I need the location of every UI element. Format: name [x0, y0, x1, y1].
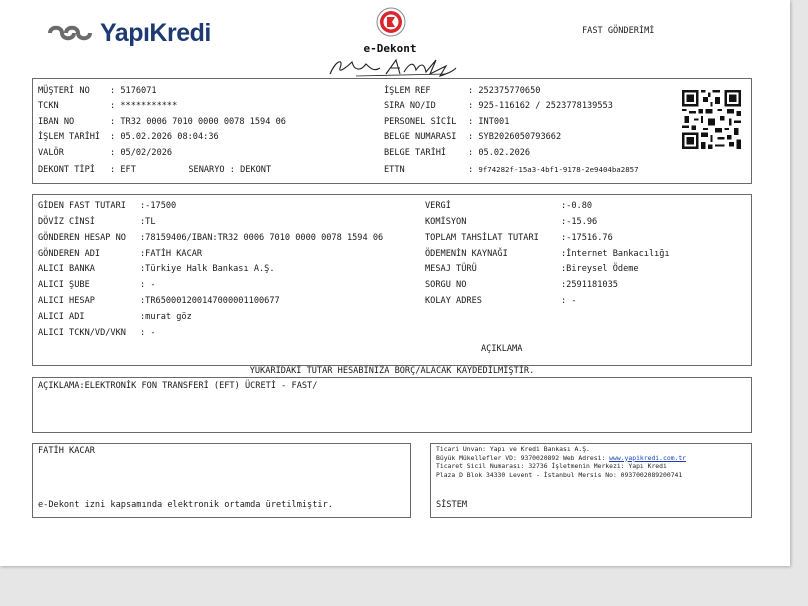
transfer-row: ALICI ŞUBE: - [38, 280, 156, 290]
qr-code-icon [682, 90, 741, 149]
transaction-type-title: FAST GÖNDERİMİ [582, 26, 655, 36]
footer-bank-info-box: Ticari Unvan: Yapı ve Kredi Bankası A.Ş.… [430, 443, 752, 518]
transfer-row: KOLAY ADRES: - [425, 296, 577, 306]
customer-row: BELGE NUMARASI: SYB2026050793662 [384, 132, 562, 142]
bank-info-line: Plaza D Blok 34330 Levent - İstanbul Mer… [436, 470, 683, 479]
customer-row: MÜŞTERİ NO: 5176071 [38, 86, 157, 96]
bank-info-line: Ticari Unvan: Yapı ve Kredi Bankası A.Ş. [436, 445, 590, 453]
transfer-row: ALICI TCKN/VD/VKN: - [38, 328, 156, 338]
transfer-row: ALICI HESAP:TR650001200147000001100677 [38, 296, 280, 306]
customer-row: PERSONEL SİCİL: INT001 [384, 117, 510, 127]
customer-row: BELGE TARİHİ: 05.02.2026 [384, 148, 531, 158]
description-text: AÇIKLAMA:ELEKTRONİK FON TRANSFERİ (EFT) … [38, 381, 318, 391]
transfer-row: VERGİ:-0.80 [425, 201, 593, 211]
bank-info-line: Büyük Mükellefler VD: 9370020892 Web Adr… [436, 453, 687, 462]
customer-row: TCKN: *********** [38, 101, 178, 111]
customer-row: VALÖR: 05/02/2026 [38, 148, 173, 158]
receipt-sheet: YapıKredi e-Dekont FAST GÖNDERİMİ MÜŞTER… [0, 0, 790, 566]
customer-row: İŞLEM TARİHİ: 05.02.2026 08:04:36 [38, 132, 219, 142]
brand-logo: YapıKredi [46, 16, 211, 50]
customer-row: DEKONT TİPİ: EFT SENARYO : DEKONT [38, 165, 272, 175]
transfer-row: ALICI BANKA:Türkiye Halk Bankası A.Ş. [38, 264, 275, 274]
debit-credit-notice: YUKARIDAKİ TUTAR HESABINIZA BORÇ/ALACAK … [249, 366, 535, 376]
transfer-row: KOMİSYON:-15.96 [425, 217, 598, 227]
electronic-production-note: e-Dekont izni kapsamında elektronik orta… [38, 500, 333, 510]
customer-info-box: MÜŞTERİ NO: 5176071 TCKN: *********** IB… [32, 78, 752, 184]
yapikredi-logo-icon [48, 25, 92, 41]
customer-row: SIRA NO/ID: 925-116162 / 2523778139553 [384, 101, 613, 111]
signature-icon [329, 58, 457, 77]
transfer-row: ALICI ADI:murat göz [38, 312, 192, 322]
customer-row: İŞLEM REF: 252375770650 [384, 86, 541, 96]
bank-info-line: Ticaret Sicil Numarası: 32736 İşletmenin… [436, 462, 667, 470]
system-label: SİSTEM [436, 500, 468, 510]
bank-website-link[interactable]: www.yapikredi.com.tr [609, 454, 686, 462]
transfer-row: GİDEN FAST TUTARI:-17500 [38, 201, 177, 211]
description-box: AÇIKLAMA:ELEKTRONİK FON TRANSFERİ (EFT) … [32, 377, 752, 433]
transfer-row: GÖNDEREN ADI:FATİH KACAR [38, 249, 203, 259]
owner-name: FATİH KACAR [38, 446, 95, 456]
bank-seal-icon [376, 7, 406, 37]
transfer-details-box: GİDEN FAST TUTARI:-17500 DÖVİZ CİNSİ:TL … [32, 194, 752, 366]
customer-row: IBAN NO: TR32 0006 7010 0000 0078 1594 0… [38, 117, 286, 127]
transfer-row: TOPLAM TAHSİLAT TUTARI:-17516.76 [425, 233, 613, 243]
brand-name: YapıKredi [100, 18, 211, 47]
customer-row: ETTN: 9f74282f-15a3-4bf1-9178-2e9404ba28… [384, 165, 639, 175]
footer-owner-box: FATİH KACAR e-Dekont izni kapsamında ele… [32, 443, 411, 518]
transfer-row: GÖNDEREN HESAP NO:78159406/IBAN:TR32 000… [38, 233, 384, 243]
aciklama-heading: AÇIKLAMA [481, 344, 523, 354]
transfer-row: MESAJ TÜRÜ:Bireysel Ödeme [425, 264, 639, 274]
transfer-row: SORGU NO:2591181035 [425, 280, 618, 290]
transfer-row: ÖDEMENİN KAYNAĞI:İnternet Bankacılığı [425, 249, 670, 259]
transfer-row: DÖVİZ CİNSİ:TL [38, 217, 156, 227]
